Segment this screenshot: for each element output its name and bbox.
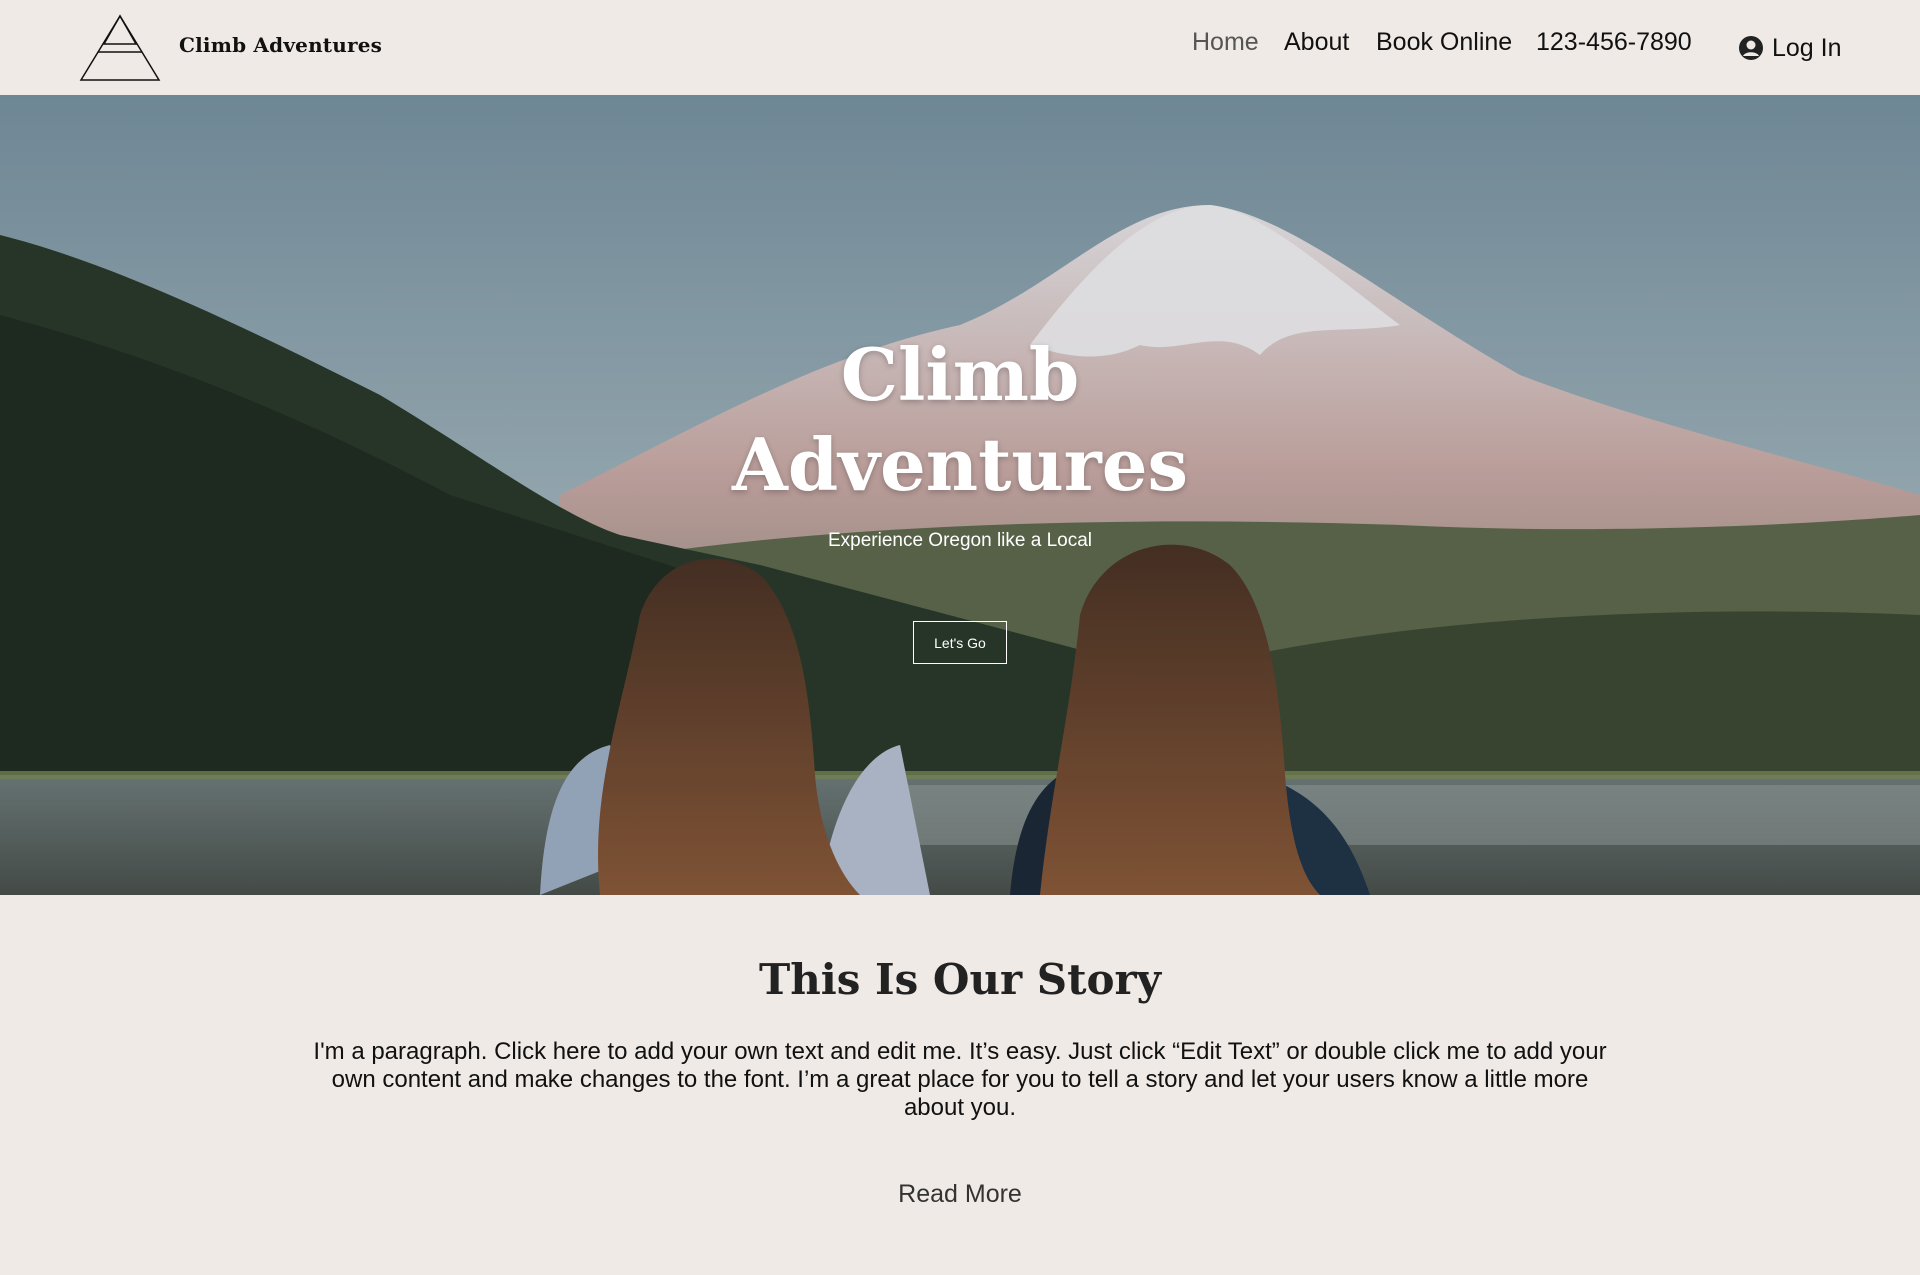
hero-subtitle: Experience Oregon like a Local [827, 530, 1093, 551]
triangle-mountain-icon[interactable] [79, 14, 161, 82]
phone-number[interactable]: 123-456-7890 [1536, 28, 1692, 68]
lets-go-button[interactable]: Let's Go [913, 621, 1007, 664]
login-button[interactable]: Log In [1738, 30, 1842, 66]
nav-book-online[interactable]: Book Online [1376, 28, 1512, 68]
nav-about[interactable]: About [1284, 28, 1349, 68]
story-heading: This Is Our Story [758, 955, 1162, 1004]
nav-home[interactable]: Home [1192, 28, 1259, 68]
brand-name[interactable]: Climb Adventures [179, 33, 382, 57]
story-paragraph: I'm a paragraph. Click here to add your … [313, 1038, 1607, 1121]
hero-title-line-1: Climb [840, 332, 1080, 417]
hero-banner: Climb Adventures Experience Oregon like … [0, 95, 1920, 895]
hero-title: Climb Adventures [660, 330, 1260, 510]
user-avatar-icon [1739, 36, 1763, 60]
hero-title-line-2: Adventures [731, 422, 1189, 507]
site-header: Climb Adventures Home About Book Online … [0, 0, 1920, 95]
login-label: Log In [1772, 33, 1842, 62]
read-more-link[interactable]: Read More [0, 1180, 1920, 1209]
